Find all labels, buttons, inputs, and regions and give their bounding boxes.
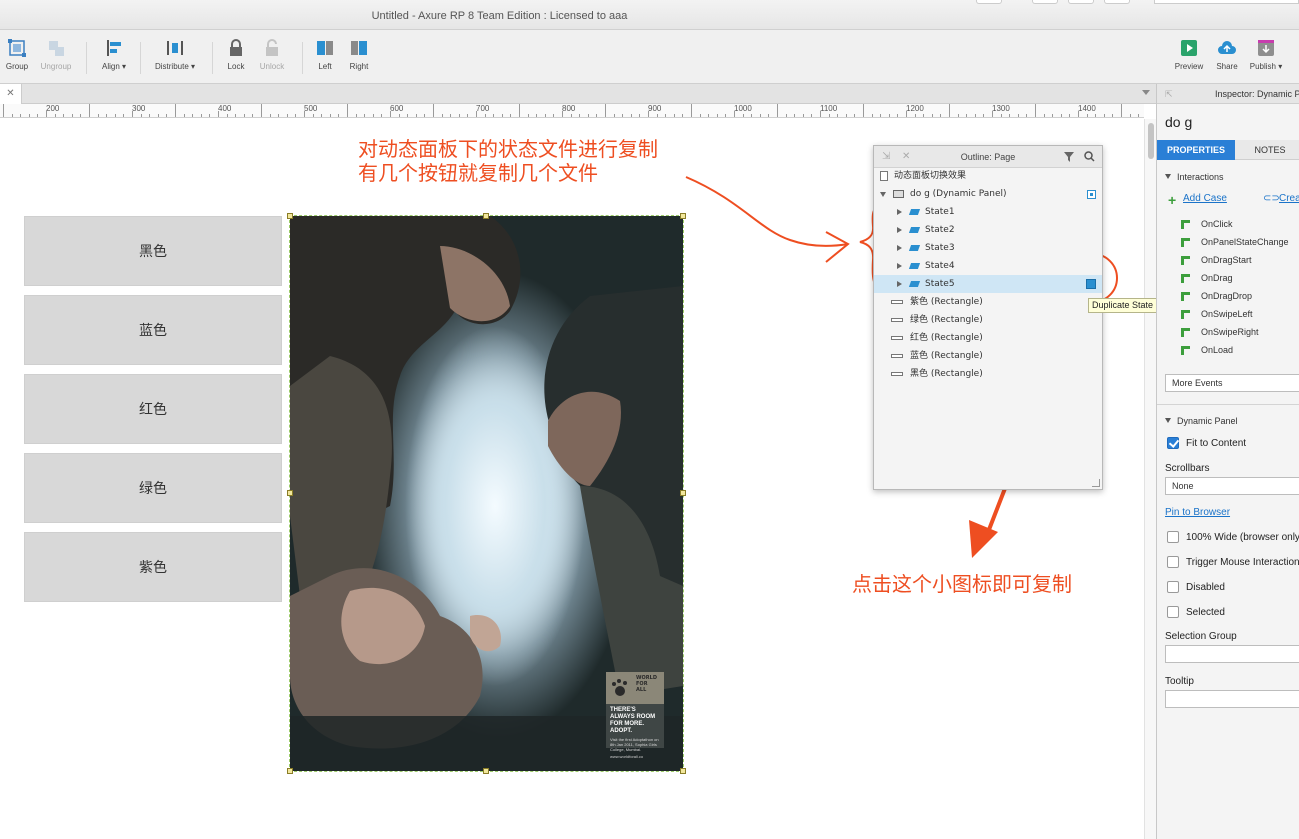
outline-state-row[interactable]: State4: [874, 257, 1102, 275]
add-icon: +: [1168, 192, 1177, 208]
fit-to-content-label: Fit to Content: [1186, 438, 1247, 449]
pin-to-browser-link[interactable]: Pin to Browser: [1165, 507, 1230, 518]
event-icon: [1181, 292, 1190, 301]
outline-rectangle-row[interactable]: 蓝色 (Rectangle): [874, 347, 1102, 365]
outline-rectangle-row[interactable]: 紫色 (Rectangle): [874, 293, 1102, 311]
dynamic-panel-icon: [893, 190, 904, 198]
outline-state-row[interactable]: State1: [874, 203, 1102, 221]
event-icon: [1181, 346, 1190, 355]
fit-to-content-checkbox[interactable]: [1167, 437, 1179, 449]
rectangle-icon: [891, 372, 903, 376]
outline-header: ⇲ ✕ Outline: Page: [874, 146, 1102, 168]
state-icon: [908, 245, 921, 251]
annotation-arrows: [685, 176, 1118, 558]
rectangle-icon: [891, 354, 903, 358]
link-icon: ⊂⊃: [1263, 193, 1280, 204]
tooltip-label: Tooltip: [1165, 676, 1194, 687]
create-link[interactable]: Create Link: [1279, 193, 1299, 204]
state-icon: [908, 227, 921, 233]
filter-icon[interactable]: [1064, 152, 1076, 162]
full-width-label: 100% Wide (browser only): [1186, 532, 1299, 543]
full-width-checkbox[interactable]: [1167, 531, 1179, 543]
outline-state-row-selected[interactable]: State5: [874, 275, 1102, 293]
expand-arrow-icon[interactable]: [880, 192, 886, 197]
outline-rectangle-row[interactable]: 红色 (Rectangle): [874, 329, 1102, 347]
selected-checkbox[interactable]: [1167, 606, 1179, 618]
event-icon: [1181, 310, 1190, 319]
collapse-icon[interactable]: ⇱: [1165, 84, 1173, 103]
event-icon: [1181, 220, 1190, 229]
selected-label: Selected: [1186, 607, 1225, 618]
outline-panel-row[interactable]: do g (Dynamic Panel): [874, 185, 1102, 203]
tab-properties[interactable]: PROPERTIES: [1157, 140, 1235, 160]
outline-page-row[interactable]: 动态面板切换效果: [874, 167, 1102, 185]
scrollbars-dropdown[interactable]: None: [1165, 477, 1299, 495]
page-icon: [880, 171, 888, 181]
panel-indicator-icon[interactable]: [1087, 190, 1096, 199]
state-icon: [908, 263, 921, 269]
expand-arrow-icon[interactable]: [897, 227, 902, 233]
disabled-checkbox[interactable]: [1167, 581, 1179, 593]
dynamic-panel-section[interactable]: Dynamic Panel: [1165, 416, 1238, 426]
outline-rectangle-row[interactable]: 绿色 (Rectangle): [874, 311, 1102, 329]
search-icon[interactable]: [1084, 151, 1095, 162]
trigger-mouse-label: Trigger Mouse Interactions: [1186, 557, 1299, 568]
scrollbars-label: Scrollbars: [1165, 463, 1210, 474]
tab-notes[interactable]: NOTES: [1235, 140, 1299, 160]
selection-group-label: Selection Group: [1165, 631, 1237, 642]
disabled-label: Disabled: [1186, 582, 1225, 593]
inspector-tabs: PROPERTIES NOTES: [1157, 140, 1299, 160]
outline-state-row[interactable]: State2: [874, 221, 1102, 239]
trigger-mouse-checkbox[interactable]: [1167, 556, 1179, 568]
rectangle-icon: [891, 300, 903, 304]
outline-state-row[interactable]: State3: [874, 239, 1102, 257]
duplicate-state-icon[interactable]: [1086, 279, 1096, 289]
expand-arrow-icon[interactable]: [897, 263, 902, 269]
rectangle-icon: [891, 336, 903, 340]
expand-arrow-icon[interactable]: [897, 209, 902, 215]
resize-grip[interactable]: [1092, 479, 1100, 487]
event-icon: [1181, 238, 1190, 247]
inspector-header: ⇱ Inspector: Dynamic Panel: [1157, 84, 1299, 104]
event-icon: [1181, 274, 1190, 283]
rectangle-icon: [891, 318, 903, 322]
state-icon: [908, 209, 921, 215]
widget-name[interactable]: do g: [1165, 114, 1192, 130]
selection-group-field[interactable]: [1165, 645, 1299, 663]
state-icon: [908, 281, 921, 287]
event-icon: [1181, 328, 1190, 337]
inspector-panel: ⇱ Inspector: Dynamic Panel do g PROPERTI…: [1156, 84, 1299, 839]
tooltip-field[interactable]: [1165, 690, 1299, 708]
section-divider: [1157, 404, 1299, 405]
more-events-dropdown[interactable]: More Events: [1165, 374, 1299, 392]
outline-panel: ⇲ ✕ Outline: Page 动态面板切换效果 do g (Dynamic…: [873, 145, 1103, 490]
axure-window: Untitled - Axure RP 8 Team Edition : Lic…: [0, 0, 1299, 839]
interactions-section[interactable]: Interactions: [1165, 172, 1224, 182]
outline-rectangle-row[interactable]: 黑色 (Rectangle): [874, 365, 1102, 383]
add-case-link[interactable]: Add Case: [1183, 193, 1227, 204]
expand-arrow-icon[interactable]: [897, 281, 902, 287]
duplicate-state-tooltip: Duplicate State: [1088, 298, 1158, 313]
expand-arrow-icon[interactable]: [897, 245, 902, 251]
event-icon: [1181, 256, 1190, 265]
